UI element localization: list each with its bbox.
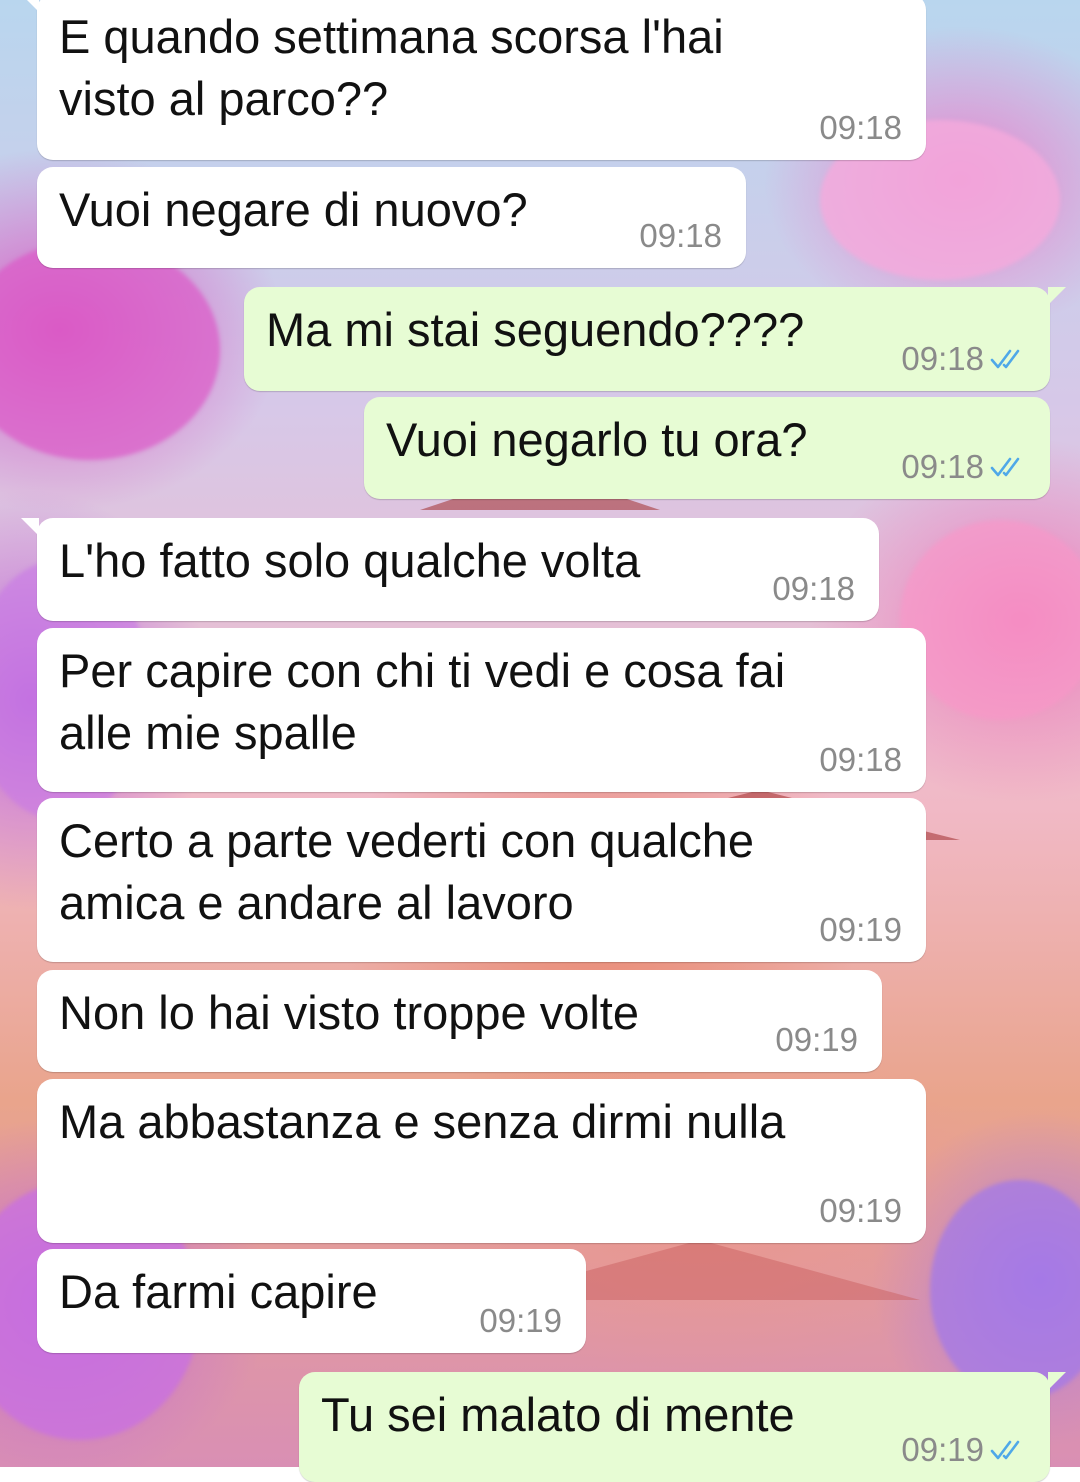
message-text: Non lo hai visto troppe volte bbox=[59, 986, 639, 1039]
message-meta: 09:18 bbox=[901, 449, 1026, 485]
message-outgoing[interactable]: Tu sei malato di mente 09:19 bbox=[299, 1372, 1066, 1482]
message-time: 09:18 bbox=[639, 217, 722, 254]
message-time: 09:19 bbox=[819, 1192, 902, 1229]
message-meta: 09:19 bbox=[901, 1432, 1026, 1468]
message-meta: 09:18 bbox=[819, 742, 902, 778]
message-meta: 09:19 bbox=[819, 912, 902, 948]
message-time: 09:18 bbox=[819, 741, 902, 778]
message-incoming[interactable]: Da farmi capire 09:19 bbox=[37, 1249, 586, 1353]
message-outgoing[interactable]: Ma mi stai seguendo???? 09:18 bbox=[244, 287, 1066, 391]
message-meta: 09:18 bbox=[819, 110, 902, 146]
message-time: 09:19 bbox=[901, 1431, 984, 1468]
message-meta: 09:19 bbox=[819, 1193, 902, 1229]
message-text: E quando settimana scorsa l'hai visto al… bbox=[59, 10, 724, 125]
message-meta: 09:18 bbox=[772, 571, 855, 607]
message-incoming[interactable]: Vuoi negare di nuovo? 09:18 bbox=[37, 167, 746, 268]
message-text: Vuoi negare di nuovo? bbox=[59, 183, 528, 236]
read-double-check-icon bbox=[990, 349, 1020, 369]
message-time: 09:18 bbox=[819, 109, 902, 146]
message-meta: 09:19 bbox=[775, 1022, 858, 1058]
message-text: Ma abbastanza e senza dirmi nulla bbox=[59, 1095, 786, 1148]
message-time: 09:18 bbox=[901, 340, 984, 377]
message-meta: 09:18 bbox=[639, 218, 722, 254]
message-time: 09:19 bbox=[775, 1021, 858, 1058]
message-incoming[interactable]: Per capire con chi ti vedi e cosa fai al… bbox=[37, 628, 926, 792]
read-double-check-icon bbox=[990, 457, 1020, 477]
message-incoming[interactable]: L'ho fatto solo qualche volta 09:18 bbox=[21, 518, 879, 621]
message-incoming[interactable]: Non lo hai visto troppe volte 09:19 bbox=[37, 970, 882, 1072]
message-time: 09:18 bbox=[772, 570, 855, 607]
message-incoming[interactable]: Certo a parte vederti con qualche amica … bbox=[37, 798, 926, 962]
message-meta: 09:18 bbox=[901, 341, 1026, 377]
message-time: 09:18 bbox=[901, 448, 984, 485]
message-text: Certo a parte vederti con qualche amica … bbox=[59, 814, 754, 929]
message-incoming[interactable]: Ma abbastanza e senza dirmi nulla 09:19 bbox=[37, 1079, 926, 1243]
read-double-check-icon bbox=[990, 1440, 1020, 1460]
message-time: 09:19 bbox=[479, 1302, 562, 1339]
message-meta: 09:19 bbox=[479, 1303, 562, 1339]
message-text: Per capire con chi ti vedi e cosa fai al… bbox=[59, 644, 786, 759]
message-incoming[interactable]: E quando settimana scorsa l'hai visto al… bbox=[21, 0, 926, 160]
message-text: L'ho fatto solo qualche volta bbox=[59, 534, 641, 587]
message-time: 09:19 bbox=[819, 911, 902, 948]
message-outgoing[interactable]: Vuoi negarlo tu ora? 09:18 bbox=[364, 397, 1050, 499]
